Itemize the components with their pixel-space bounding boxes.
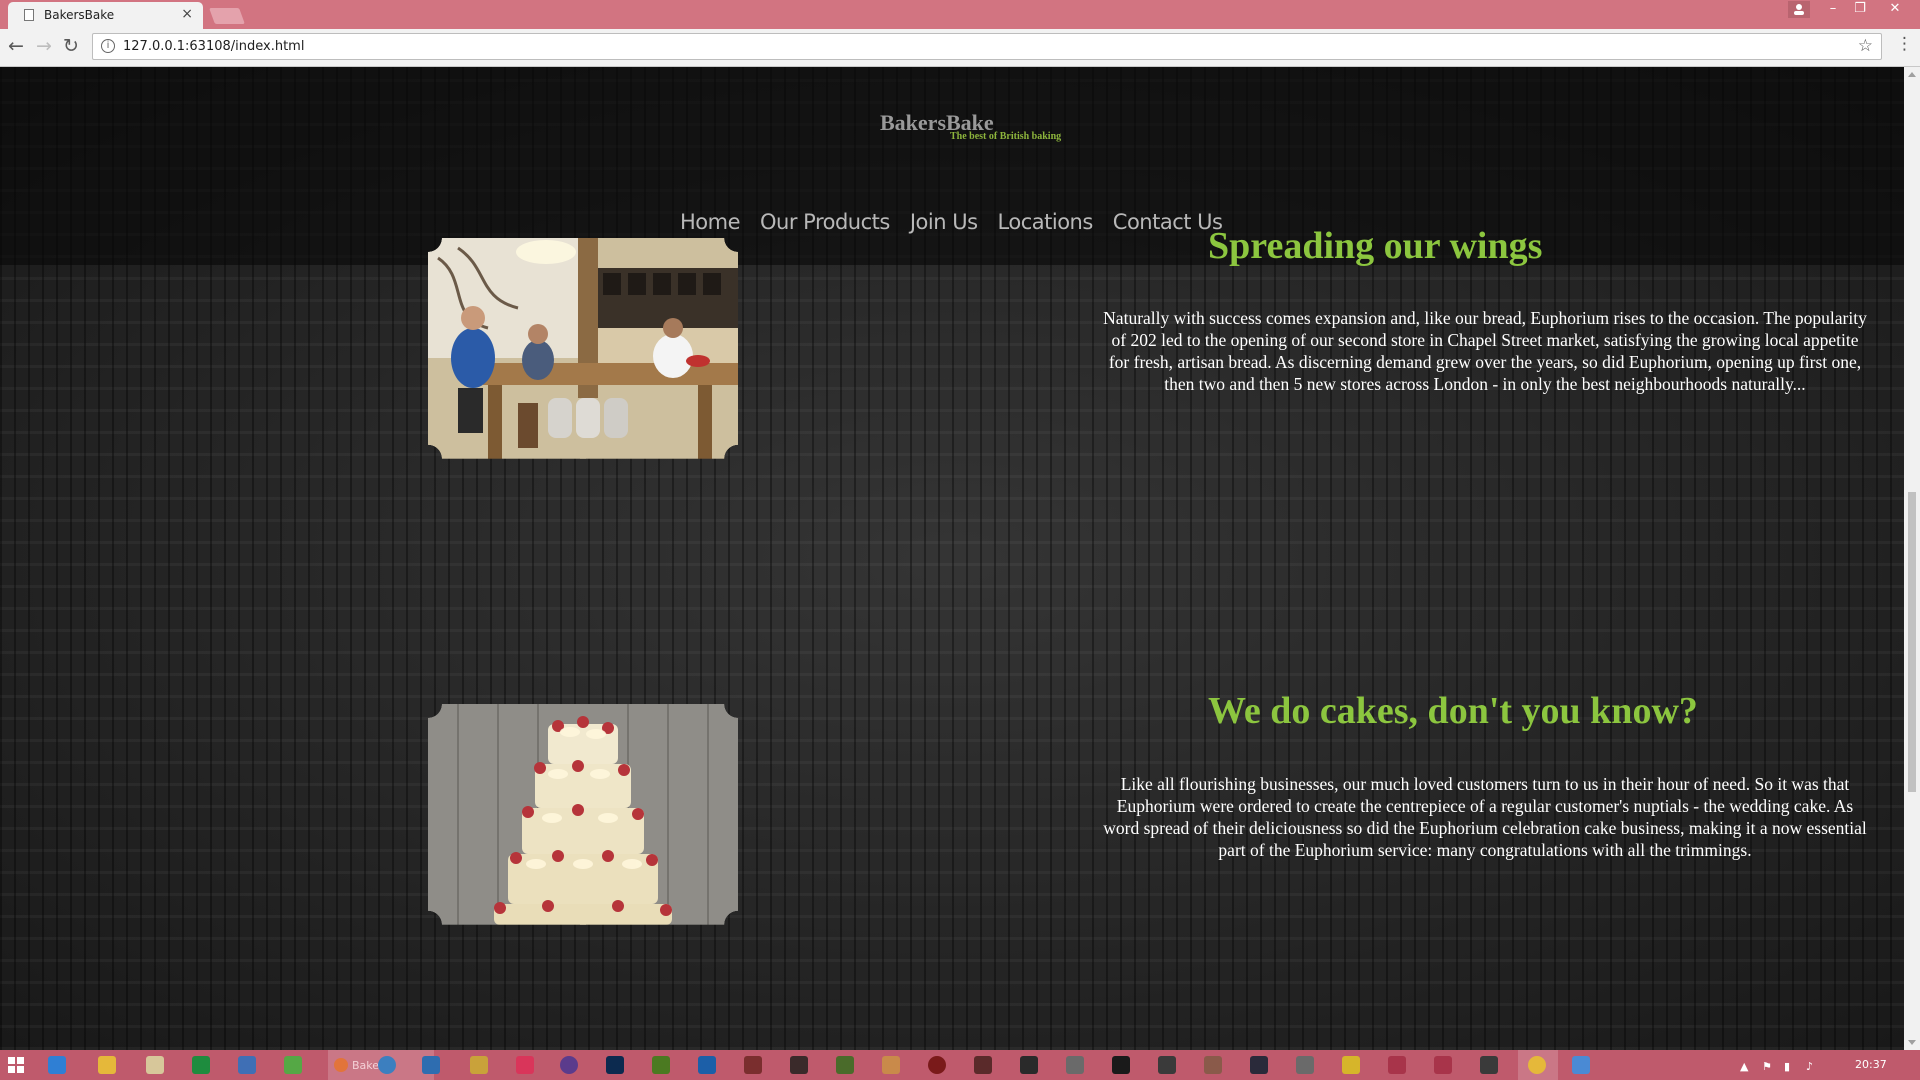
- taskbar-clock[interactable]: 20:37: [1855, 1058, 1887, 1071]
- forward-arrow-icon[interactable]: →: [36, 35, 52, 57]
- scroll-down-arrow-icon[interactable]: [1908, 1040, 1916, 1045]
- close-tab-icon[interactable]: ×: [181, 6, 193, 22]
- network-icon[interactable]: ▮: [1784, 1060, 1790, 1073]
- game-icon-11[interactable]: [1204, 1056, 1222, 1074]
- game-icon-5[interactable]: [928, 1056, 946, 1074]
- browser-window-icon: [334, 1058, 348, 1072]
- site-tagline: The best of British baking: [950, 131, 1062, 142]
- back-arrow-icon[interactable]: ←: [8, 35, 24, 57]
- browser-tab-strip: BakersBake × – ❐ ✕: [0, 0, 1920, 29]
- outlook-icon[interactable]: [422, 1056, 440, 1074]
- chrome-icon[interactable]: [98, 1056, 116, 1074]
- game-icon-4[interactable]: [882, 1056, 900, 1074]
- nav-locations[interactable]: Locations: [998, 210, 1094, 234]
- game-icon-16[interactable]: [1434, 1056, 1452, 1074]
- page-icon: [24, 9, 34, 21]
- section-title-spreading-our-wings: Spreading our wings: [1208, 225, 1543, 267]
- excel-icon[interactable]: [192, 1056, 210, 1074]
- site-header: [0, 67, 1904, 265]
- wedding-cake-photo: [428, 704, 738, 925]
- close-window-button[interactable]: ✕: [1880, 0, 1910, 20]
- scroll-up-arrow-icon[interactable]: [1908, 72, 1916, 77]
- dreamweaver-icon[interactable]: [652, 1056, 670, 1074]
- game-icon-10[interactable]: [1158, 1056, 1176, 1074]
- game-icon-2[interactable]: [790, 1056, 808, 1074]
- browser-menu-icon[interactable]: ⋮: [1896, 34, 1913, 54]
- restore-button[interactable]: ❐: [1845, 0, 1875, 20]
- browser-tab[interactable]: BakersBake ×: [8, 2, 203, 29]
- game-icon-17[interactable]: [1480, 1056, 1498, 1074]
- game-icon-14[interactable]: [1342, 1056, 1360, 1074]
- section-text-we-do-cakes: Like all flourishing businesses, our muc…: [1103, 774, 1867, 860]
- scrollbar-thumb[interactable]: [1908, 492, 1916, 792]
- game-icon-12[interactable]: [1250, 1056, 1268, 1074]
- minimize-button[interactable]: –: [1818, 0, 1848, 20]
- steam-icon[interactable]: [378, 1056, 396, 1074]
- bookmark-star-icon[interactable]: ☆: [1858, 36, 1873, 56]
- ie-icon[interactable]: [48, 1056, 66, 1074]
- game-icon-8[interactable]: [1066, 1056, 1084, 1074]
- app-stack-icon[interactable]: [470, 1056, 488, 1074]
- cafe-interior-photo: [428, 238, 738, 459]
- game-icon-15[interactable]: [1388, 1056, 1406, 1074]
- reload-icon[interactable]: ↻: [63, 35, 79, 57]
- volume-icon[interactable]: ♪: [1806, 1060, 1813, 1073]
- app-green-icon[interactable]: [284, 1056, 302, 1074]
- nav-home[interactable]: Home: [680, 210, 741, 234]
- user-icon: [1794, 4, 1804, 15]
- windows-start-icon[interactable]: [8, 1057, 24, 1073]
- app-window-icon[interactable]: [1572, 1056, 1590, 1074]
- windows-taskbar: Bakers ▲ ⚑ ▮ ♪ 20:37: [0, 1050, 1920, 1080]
- url-text[interactable]: 127.0.0.1:63108/index.html: [123, 39, 304, 54]
- app-gift-icon[interactable]: [516, 1056, 534, 1074]
- nav-contact-us[interactable]: Contact Us: [1113, 210, 1223, 234]
- game-icon-1[interactable]: [744, 1056, 762, 1074]
- game-icon-3[interactable]: [836, 1056, 854, 1074]
- file-explorer-icon[interactable]: [146, 1056, 164, 1074]
- section-text-spreading-our-wings: Naturally with success comes expansion a…: [1103, 308, 1867, 394]
- app-blue-icon[interactable]: [698, 1056, 716, 1074]
- chrome-active-icon: [1528, 1056, 1546, 1074]
- page-scrollbar[interactable]: [1904, 67, 1920, 1050]
- flag-icon[interactable]: ⚑: [1762, 1060, 1772, 1073]
- nav-join-us[interactable]: Join Us: [910, 210, 978, 234]
- info-icon[interactable]: i: [101, 39, 115, 53]
- keyboard-icon[interactable]: [238, 1056, 256, 1074]
- tray-overflow-icon[interactable]: ▲: [1740, 1060, 1748, 1073]
- page-viewport: BakersBake The best of British baking Ho…: [0, 67, 1904, 1050]
- game-icon-6[interactable]: [974, 1056, 992, 1074]
- main-nav: Home Our Products Join Us Locations Cont…: [680, 210, 1223, 234]
- game-icon-13[interactable]: [1296, 1056, 1314, 1074]
- photoshop-icon[interactable]: [606, 1056, 624, 1074]
- address-bar[interactable]: i 127.0.0.1:63108/index.html ☆: [92, 33, 1882, 60]
- game-icon-7[interactable]: [1020, 1056, 1038, 1074]
- tab-title: BakersBake: [44, 8, 115, 22]
- section-title-we-do-cakes: We do cakes, don't you know?: [1208, 690, 1698, 732]
- browser-toolbar: ← → ↻ i 127.0.0.1:63108/index.html ☆ ⋮: [0, 29, 1920, 67]
- profile-button[interactable]: [1788, 1, 1810, 18]
- game-icon-9[interactable]: [1112, 1056, 1130, 1074]
- nav-our-products[interactable]: Our Products: [760, 210, 890, 234]
- app-circle-icon[interactable]: [560, 1056, 578, 1074]
- new-tab-button[interactable]: [209, 8, 245, 24]
